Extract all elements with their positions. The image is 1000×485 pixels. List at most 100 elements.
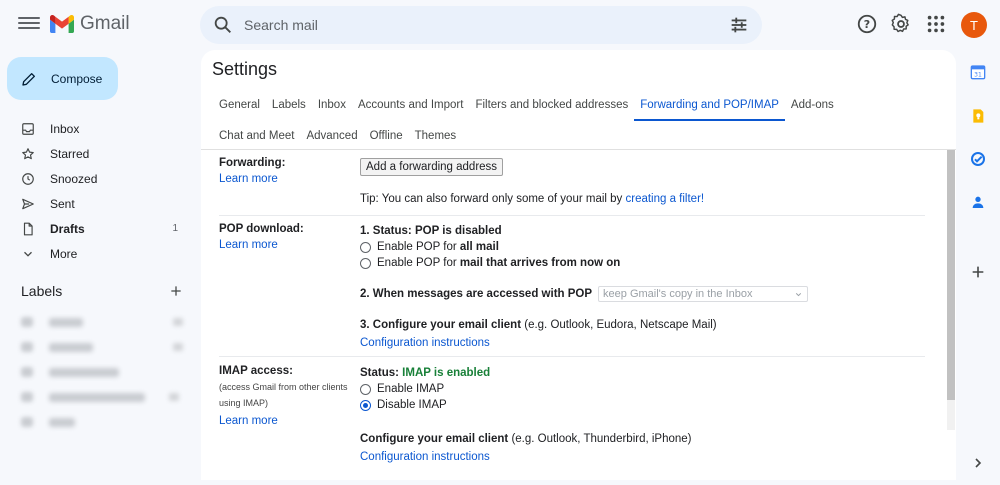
- apps-grid-icon[interactable]: [925, 13, 947, 35]
- star-icon: [21, 147, 35, 161]
- inbox-icon: [21, 122, 35, 136]
- pop-when-accessed-label: 2. When messages are accessed with POP: [360, 288, 593, 301]
- radio-button[interactable]: [360, 383, 371, 395]
- radio-button[interactable]: [360, 257, 371, 269]
- tab-add-ons[interactable]: Add-ons: [785, 90, 840, 120]
- draft-icon: [21, 222, 35, 236]
- sidebar-item-label: Sent: [50, 196, 75, 211]
- disable-imap-label: Disable IMAP: [377, 399, 447, 411]
- add-addon-icon[interactable]: [970, 264, 986, 280]
- imap-access-label: IMAP access:: [219, 365, 293, 377]
- tab-chat-and-meet[interactable]: Chat and Meet: [212, 121, 300, 151]
- pencil-icon: [22, 72, 35, 86]
- imap-configure-label: Configure your email client: [360, 433, 509, 445]
- sidebar-item-starred[interactable]: Starred: [0, 141, 192, 166]
- keep-icon[interactable]: [970, 108, 986, 124]
- tab-filters-and-blocked-addresses[interactable]: Filters and blocked addresses: [469, 90, 634, 120]
- pop-from-now-on-option[interactable]: Enable POP for mail that arrives from no…: [360, 255, 925, 271]
- add-label-icon[interactable]: [169, 284, 183, 298]
- imap-status-prefix: Status:: [360, 367, 403, 379]
- disable-imap-option[interactable]: Disable IMAP: [360, 397, 925, 413]
- imap-access-section: IMAP access: (access Gmail from other cl…: [219, 365, 925, 475]
- tab-labels[interactable]: Labels: [266, 90, 312, 120]
- settings-tabs: General Labels Inbox Accounts and Import…: [212, 90, 952, 151]
- tab-offline[interactable]: Offline: [364, 121, 409, 151]
- sidebar-item-more[interactable]: More: [0, 241, 192, 266]
- radio-button-selected[interactable]: [360, 399, 371, 411]
- gmail-logo[interactable]: Gmail: [50, 13, 130, 35]
- pop-download-label: POP download:: [219, 223, 304, 235]
- sidebar-item-inbox[interactable]: Inbox: [0, 116, 192, 141]
- radio-button[interactable]: [360, 241, 371, 253]
- tab-themes[interactable]: Themes: [409, 121, 463, 151]
- pop-status-text: 1. Status: POP is disabled: [360, 225, 502, 237]
- tab-inbox[interactable]: Inbox: [312, 90, 352, 120]
- labels-heading: Labels: [21, 283, 63, 299]
- pop-configure-examples: (e.g. Outlook, Eudora, Netscape Mail): [521, 319, 717, 332]
- svg-text:?: ?: [864, 18, 870, 31]
- main-menu-button[interactable]: [18, 14, 40, 34]
- sidebar-item-label: Starred: [50, 146, 90, 161]
- imap-learn-more-link[interactable]: Learn more: [219, 415, 278, 427]
- pop-all-mail-option[interactable]: Enable POP for all mail: [360, 239, 925, 255]
- drafts-count: 1: [172, 223, 178, 234]
- pop-option-prefix: Enable POP for: [377, 257, 457, 269]
- imap-status-value: IMAP is enabled: [402, 367, 491, 379]
- label-item[interactable]: [21, 341, 183, 353]
- pop-configure-label: 3. Configure your email client: [360, 319, 522, 332]
- pop-download-section: POP download: Learn more 1. Status: POP …: [219, 223, 925, 357]
- search-options-icon[interactable]: [728, 14, 750, 36]
- sidebar-item-label: More: [50, 246, 78, 261]
- calendar-icon[interactable]: 31: [970, 64, 986, 80]
- add-forwarding-address-button[interactable]: Add a forwarding address: [360, 158, 504, 176]
- compose-button[interactable]: Compose: [7, 57, 118, 100]
- forwarding-tip-text: Tip: You can also forward only some of y…: [360, 193, 626, 205]
- page-title: Settings: [212, 59, 278, 79]
- label-item[interactable]: [21, 416, 75, 428]
- avatar-initial: T: [970, 17, 978, 33]
- settings-scrollbar[interactable]: [947, 150, 955, 430]
- settings-gear-icon[interactable]: [890, 13, 912, 35]
- enable-imap-label: Enable IMAP: [377, 383, 445, 395]
- chevron-down-icon: [795, 292, 802, 296]
- forwarding-label: Forwarding:: [219, 157, 286, 169]
- tab-accounts-and-import[interactable]: Accounts and Import: [352, 90, 469, 120]
- imap-configuration-instructions-link[interactable]: Configuration instructions: [360, 451, 490, 463]
- search-input[interactable]: [244, 17, 728, 33]
- search-icon[interactable]: [212, 14, 234, 36]
- tab-forwarding-and-pop-imap[interactable]: Forwarding and POP/IMAP: [634, 90, 785, 121]
- forwarding-learn-more-link[interactable]: Learn more: [219, 173, 278, 185]
- compose-label: Compose: [51, 71, 103, 86]
- tab-general[interactable]: General: [212, 90, 266, 120]
- help-icon[interactable]: ?: [856, 13, 878, 35]
- sidebar-item-drafts[interactable]: Drafts 1: [0, 216, 192, 241]
- label-item[interactable]: [21, 316, 183, 328]
- search-bar[interactable]: [200, 6, 762, 44]
- creating-filter-link[interactable]: creating a filter!: [625, 191, 704, 207]
- send-icon: [21, 197, 35, 211]
- contacts-icon[interactable]: [970, 194, 986, 210]
- pop-learn-more-link[interactable]: Learn more: [219, 239, 278, 251]
- gmail-m-icon: [50, 15, 74, 33]
- side-panel-rail: 31: [958, 50, 1000, 485]
- sidebar-item-label: Drafts: [50, 221, 85, 236]
- enable-imap-option[interactable]: Enable IMAP: [360, 381, 925, 397]
- tab-advanced[interactable]: Advanced: [300, 121, 363, 151]
- chevron-right-icon[interactable]: [970, 455, 986, 471]
- account-avatar[interactable]: T: [961, 12, 987, 38]
- pop-option-bold: mail that arrives from now on: [459, 257, 621, 269]
- svg-text:31: 31: [974, 72, 982, 79]
- pop-action-value: keep Gmail's copy in the Inbox: [603, 288, 753, 300]
- pop-configuration-instructions-link[interactable]: Configuration instructions: [360, 337, 490, 349]
- sidebar-item-sent[interactable]: Sent: [0, 191, 192, 216]
- labels-header: Labels: [21, 283, 183, 299]
- sidebar-item-snoozed[interactable]: Snoozed: [0, 166, 192, 191]
- settings-panel: Settings General Labels Inbox Accounts a…: [201, 50, 956, 480]
- sidebar-item-label: Inbox: [50, 121, 80, 136]
- pop-action-select[interactable]: keep Gmail's copy in the Inbox: [598, 286, 809, 302]
- scrollbar-thumb[interactable]: [947, 150, 955, 400]
- forwarding-section: Forwarding: Learn more Add a forwarding …: [219, 157, 925, 216]
- label-item[interactable]: [21, 391, 179, 403]
- label-item[interactable]: [21, 366, 119, 378]
- tasks-icon[interactable]: [970, 151, 986, 167]
